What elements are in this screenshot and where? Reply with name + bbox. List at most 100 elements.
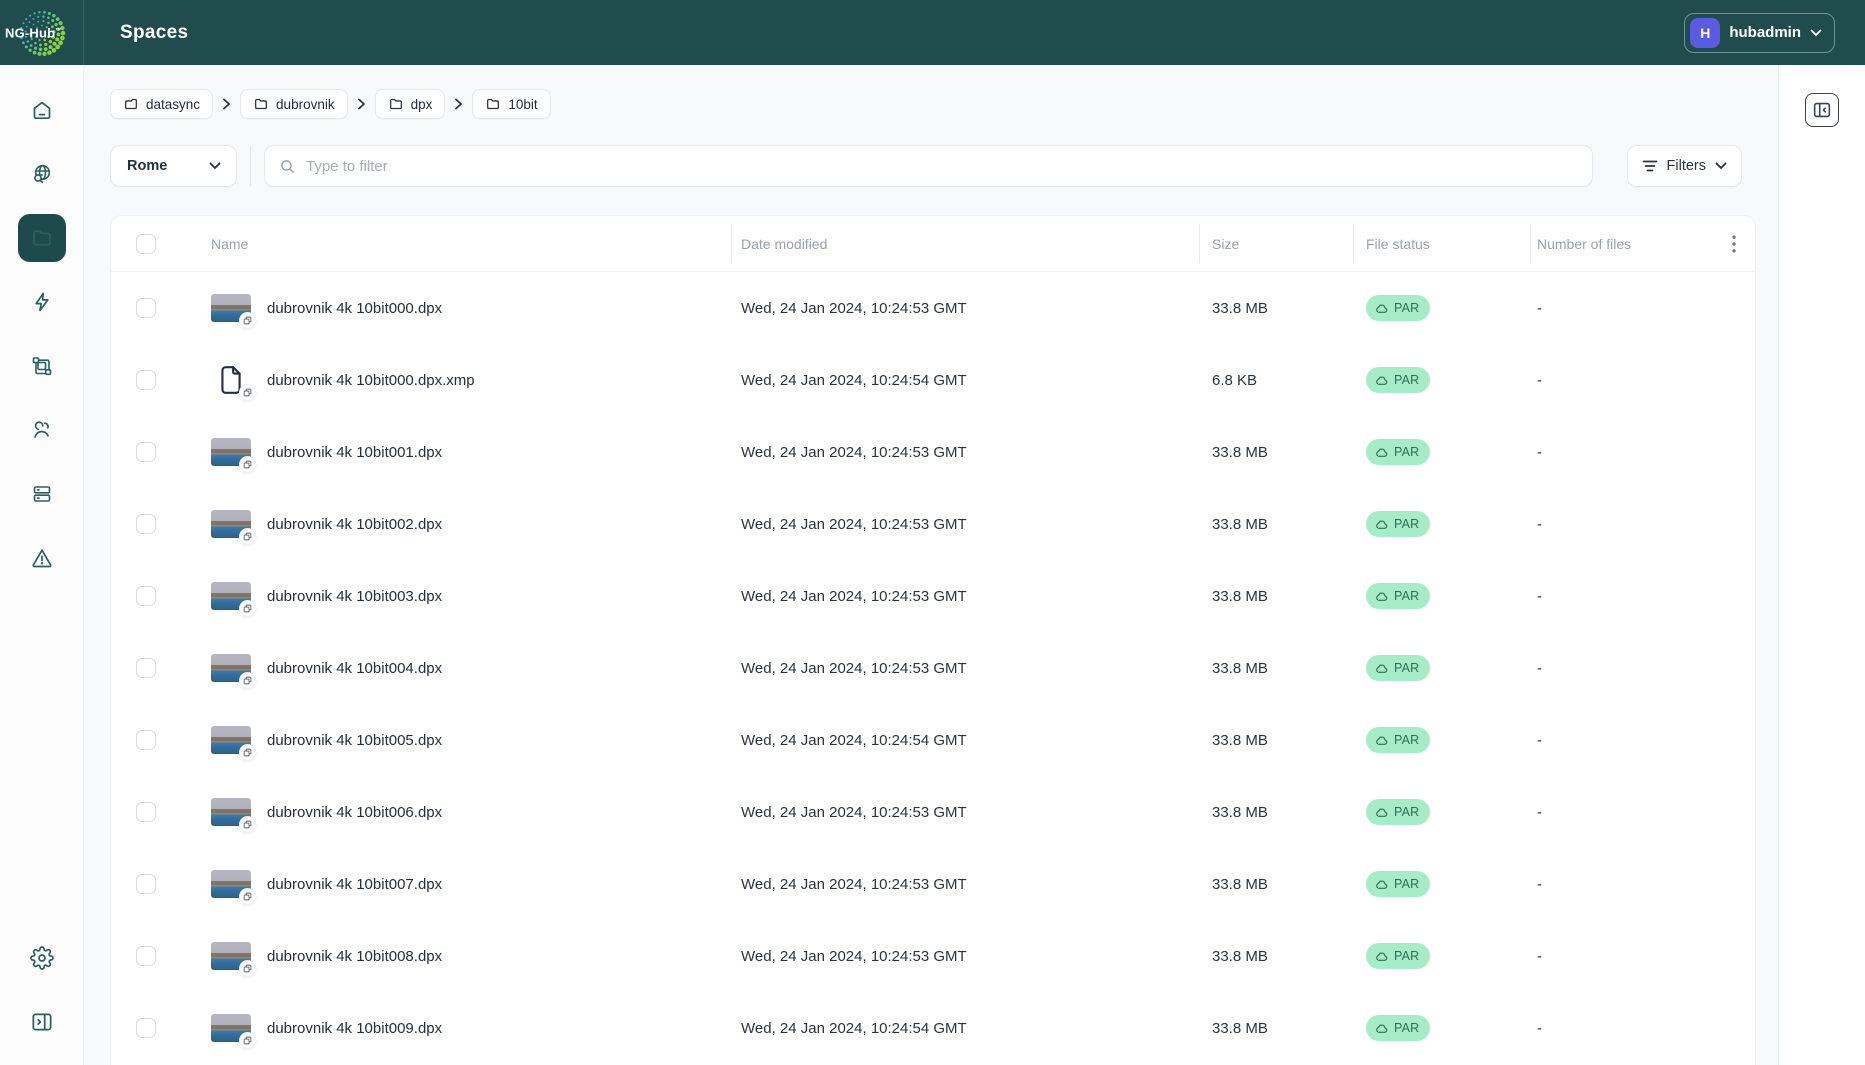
file-count: - xyxy=(1530,732,1713,749)
status-label: PAR xyxy=(1394,949,1419,963)
row-checkbox[interactable] xyxy=(136,802,156,822)
status-badge: PAR xyxy=(1366,583,1430,609)
collapse-panel-button[interactable] xyxy=(1805,93,1839,127)
folder-icon xyxy=(388,96,404,112)
sidebar-item-users[interactable] xyxy=(10,398,74,462)
cloud-icon xyxy=(1375,1023,1389,1034)
copy-icon xyxy=(243,460,252,469)
sidebar-item-alerts[interactable] xyxy=(10,526,74,590)
breadcrumb-item-dubrovnik[interactable]: dubrovnik xyxy=(240,89,348,119)
date-modified: Wed, 24 Jan 2024, 10:24:54 GMT xyxy=(731,372,1199,389)
file-size: 33.8 MB xyxy=(1199,660,1353,677)
row-checkbox[interactable] xyxy=(136,946,156,966)
row-checkbox[interactable] xyxy=(136,514,156,534)
status-badge: PAR xyxy=(1366,655,1430,681)
sidebar-item-storage[interactable] xyxy=(10,462,74,526)
table-row[interactable]: dubrovnik 4k 10bit002.dpx Wed, 24 Jan 20… xyxy=(111,488,1755,560)
row-checkbox[interactable] xyxy=(136,730,156,750)
status-label: PAR xyxy=(1394,445,1419,459)
breadcrumb-item-dpx[interactable]: dpx xyxy=(375,89,446,119)
breadcrumb: datasync dubrovnik dpx 10bit xyxy=(110,89,1756,119)
copies-badge xyxy=(239,456,256,473)
user-menu[interactable]: H hubadmin xyxy=(1684,13,1835,53)
file-name: dubrovnik 4k 10bit000.dpx.xmp xyxy=(267,372,475,389)
row-checkbox[interactable] xyxy=(136,298,156,318)
file-icon-wrap xyxy=(211,1014,251,1042)
file-count: - xyxy=(1530,804,1713,821)
search-input[interactable] xyxy=(306,158,1578,175)
file-name: dubrovnik 4k 10bit006.dpx xyxy=(267,804,442,821)
file-size: 33.8 MB xyxy=(1199,516,1353,533)
row-checkbox[interactable] xyxy=(136,658,156,678)
file-icon-wrap xyxy=(211,942,251,970)
folder-icon xyxy=(485,96,501,112)
status-badge: PAR xyxy=(1366,799,1430,825)
select-all-checkbox[interactable] xyxy=(136,234,156,254)
row-checkbox[interactable] xyxy=(136,370,156,390)
content: datasync dubrovnik dpx 10bit xyxy=(84,65,1778,1065)
row-checkbox[interactable] xyxy=(136,442,156,462)
table-row[interactable]: dubrovnik 4k 10bit008.dpx Wed, 24 Jan 20… xyxy=(111,920,1755,992)
right-rail xyxy=(1778,65,1865,1065)
cloud-icon xyxy=(1375,447,1389,458)
cloud-icon xyxy=(1375,663,1389,674)
sidebar-item-home[interactable] xyxy=(10,78,74,142)
file-count: - xyxy=(1530,516,1713,533)
sidebar-item-discover[interactable] xyxy=(10,142,74,206)
panel-collapse-icon xyxy=(1811,99,1833,121)
copy-icon xyxy=(243,388,252,397)
globe-search-icon xyxy=(30,162,54,186)
copy-icon xyxy=(243,820,252,829)
breadcrumb-item-10bit[interactable]: 10bit xyxy=(472,89,550,119)
date-modified: Wed, 24 Jan 2024, 10:24:53 GMT xyxy=(731,948,1199,965)
sidebar-item-files[interactable] xyxy=(10,206,74,270)
file-icon-wrap xyxy=(211,438,251,466)
status-badge: PAR xyxy=(1366,871,1430,897)
kebab-menu-icon xyxy=(1732,235,1736,253)
table-row[interactable]: dubrovnik 4k 10bit006.dpx Wed, 24 Jan 20… xyxy=(111,776,1755,848)
copies-badge xyxy=(239,312,256,329)
copy-icon xyxy=(243,676,252,685)
date-modified: Wed, 24 Jan 2024, 10:24:53 GMT xyxy=(731,588,1199,605)
copies-badge xyxy=(239,528,256,545)
file-icon-wrap xyxy=(211,582,251,610)
file-size: 33.8 MB xyxy=(1199,804,1353,821)
table-row[interactable]: dubrovnik 4k 10bit000.dpx Wed, 24 Jan 20… xyxy=(111,272,1755,344)
users-icon xyxy=(30,418,54,442)
table-row[interactable]: dubrovnik 4k 10bit007.dpx Wed, 24 Jan 20… xyxy=(111,848,1755,920)
table-row[interactable]: dubrovnik 4k 10bit000.dpx.xmp Wed, 24 Ja… xyxy=(111,344,1755,416)
table-row[interactable]: dubrovnik 4k 10bit005.dpx Wed, 24 Jan 20… xyxy=(111,704,1755,776)
status-badge: PAR xyxy=(1366,943,1430,969)
status-label: PAR xyxy=(1394,877,1419,891)
breadcrumb-label: dubrovnik xyxy=(276,97,335,112)
status-badge: PAR xyxy=(1366,439,1430,465)
expand-sidebar-button[interactable] xyxy=(10,990,74,1054)
file-size: 33.8 MB xyxy=(1199,876,1353,893)
app-logo[interactable]: NG-Hub™ xyxy=(0,0,84,65)
file-count: - xyxy=(1530,948,1713,965)
copies-badge xyxy=(239,384,256,401)
breadcrumb-item-datasync[interactable]: datasync xyxy=(110,89,213,119)
sidebar-item-workflows[interactable] xyxy=(10,334,74,398)
row-checkbox[interactable] xyxy=(136,1018,156,1038)
sidebar-item-activity[interactable] xyxy=(10,270,74,334)
file-icon-wrap xyxy=(211,870,251,898)
table-row[interactable]: dubrovnik 4k 10bit009.dpx Wed, 24 Jan 20… xyxy=(111,992,1755,1064)
row-checkbox[interactable] xyxy=(136,586,156,606)
cloud-icon xyxy=(1375,303,1389,314)
row-checkbox[interactable] xyxy=(136,874,156,894)
table-row[interactable]: dubrovnik 4k 10bit003.dpx Wed, 24 Jan 20… xyxy=(111,560,1755,632)
folder-icon xyxy=(30,226,54,250)
table-row[interactable]: dubrovnik 4k 10bit001.dpx Wed, 24 Jan 20… xyxy=(111,416,1755,488)
filters-label: Filters xyxy=(1667,158,1706,174)
table-options-button[interactable] xyxy=(1728,231,1740,257)
space-selector[interactable]: Rome xyxy=(110,145,237,187)
column-header-size: Size xyxy=(1199,216,1353,271)
sidebar-item-settings[interactable] xyxy=(10,926,74,990)
filters-button[interactable]: Filters xyxy=(1627,145,1742,187)
chevron-down-icon xyxy=(1810,29,1822,37)
left-sidebar xyxy=(0,65,84,1065)
table-row[interactable]: dubrovnik 4k 10bit004.dpx Wed, 24 Jan 20… xyxy=(111,632,1755,704)
avatar: H xyxy=(1690,18,1720,48)
status-badge: PAR xyxy=(1366,367,1430,393)
